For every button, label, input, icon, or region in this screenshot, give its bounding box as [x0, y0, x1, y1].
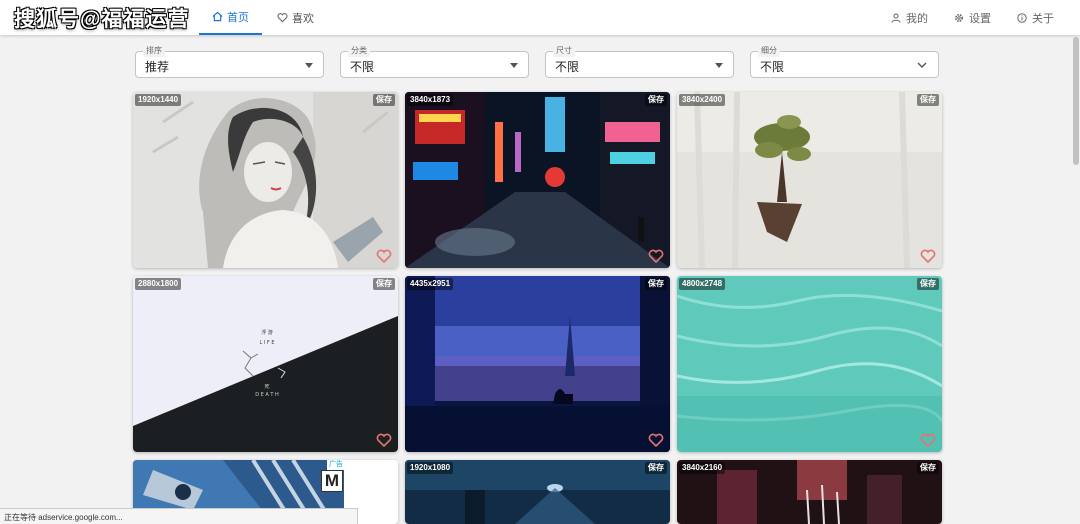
- subcategory-select-label: 细分: [758, 45, 780, 57]
- nav-mine-label: 我的: [906, 12, 928, 25]
- favorite-heart-icon[interactable]: [920, 249, 936, 263]
- wallpaper-card[interactable]: 4800x2748 保存: [677, 276, 942, 452]
- save-button[interactable]: 保存: [373, 278, 395, 290]
- favorite-heart-icon[interactable]: [376, 433, 392, 447]
- dropdown-arrow-icon: [715, 63, 723, 68]
- wallpaper-card[interactable]: 3840x2160 保存: [677, 460, 942, 524]
- nav-settings-label: 设置: [969, 12, 991, 25]
- resolution-badge: 4435x2951: [407, 278, 454, 290]
- sort-select-value: 推荐: [145, 60, 170, 74]
- wallpaper-image: [677, 92, 942, 268]
- category-select-value: 不限: [350, 60, 375, 74]
- art-text-death-cn: 死: [264, 384, 269, 390]
- wallpaper-image: 浮 游 L I F E 死 D E A T H: [133, 276, 398, 452]
- wallpaper-image: [677, 276, 942, 452]
- category-select-label: 分类: [348, 45, 370, 57]
- tab-home[interactable]: 首页: [199, 0, 262, 35]
- wallpaper-card[interactable]: 1920x1440 保存: [133, 92, 398, 268]
- save-button[interactable]: 保存: [917, 462, 939, 474]
- person-icon: [891, 12, 901, 23]
- size-select-value: 不限: [555, 60, 580, 74]
- subcategory-select-value: 不限: [760, 60, 785, 74]
- nav-settings[interactable]: 设置: [954, 0, 991, 35]
- save-button[interactable]: 保存: [645, 94, 667, 106]
- wallpaper-image: [405, 276, 670, 452]
- wallpaper-card[interactable]: 浮 游 L I F E 死 D E A T H 2880x1800 保存: [133, 276, 398, 452]
- resolution-badge: 1920x1080: [407, 462, 454, 474]
- save-button[interactable]: 保存: [645, 462, 667, 474]
- favorite-heart-icon[interactable]: [648, 249, 664, 263]
- wallpaper-image: [405, 92, 670, 268]
- save-button[interactable]: 保存: [645, 278, 667, 290]
- tab-favorites[interactable]: 喜欢: [268, 0, 323, 35]
- resolution-badge: 2880x1800: [135, 278, 182, 290]
- nav-about-label: 关于: [1032, 12, 1054, 25]
- subcategory-select[interactable]: 细分 不限: [750, 45, 939, 78]
- art-text-title: 浮 游: [261, 329, 273, 336]
- dropdown-arrow-icon: [510, 63, 518, 68]
- chevron-down-icon: [917, 62, 927, 68]
- sort-select-label: 排序: [143, 45, 165, 57]
- nav-about[interactable]: 关于: [1017, 0, 1054, 35]
- wallpaper-image: [133, 92, 398, 268]
- wallpaper-card[interactable]: 3840x2400 保存: [677, 92, 942, 268]
- watermark: 搜狐号@福福运营: [14, 8, 190, 31]
- ad-label: 广告: [327, 460, 345, 470]
- dropdown-arrow-icon: [305, 63, 313, 68]
- save-button[interactable]: 保存: [373, 94, 395, 106]
- size-select[interactable]: 尺寸 不限: [545, 45, 734, 78]
- wallpaper-card[interactable]: 4435x2951 保存: [405, 276, 670, 452]
- favorite-heart-icon[interactable]: [376, 249, 392, 263]
- gear-icon: [954, 13, 964, 22]
- resolution-badge: 3840x2160: [679, 462, 726, 474]
- heart-outline-icon: [277, 13, 288, 23]
- ad-logo: M: [321, 470, 343, 492]
- wallpaper-card[interactable]: 1920x1080 保存: [405, 460, 670, 524]
- browser-status-bar: 正在等待 adservice.google.com...: [0, 508, 358, 524]
- category-select[interactable]: 分类 不限: [340, 45, 529, 78]
- tab-favorites-label: 喜欢: [292, 12, 314, 25]
- art-text-life: L I F E: [259, 340, 274, 346]
- tab-home-label: 首页: [227, 11, 249, 24]
- sort-select[interactable]: 排序 推荐: [135, 45, 324, 78]
- info-icon: [1017, 12, 1027, 23]
- art-text-death: D E A T H: [255, 392, 279, 398]
- save-button[interactable]: 保存: [917, 278, 939, 290]
- resolution-badge: 1920x1440: [135, 94, 182, 106]
- home-icon: [212, 11, 223, 22]
- resolution-badge: 4800x2748: [679, 278, 726, 290]
- wallpaper-card[interactable]: 3840x1873 保存: [405, 92, 670, 268]
- favorite-heart-icon[interactable]: [648, 433, 664, 447]
- scrollbar-thumb[interactable]: [1073, 37, 1079, 165]
- resolution-badge: 3840x1873: [407, 94, 454, 106]
- resolution-badge: 3840x2400: [679, 94, 726, 106]
- size-select-label: 尺寸: [553, 45, 575, 57]
- favorite-heart-icon[interactable]: [920, 433, 936, 447]
- save-button[interactable]: 保存: [917, 94, 939, 106]
- nav-mine[interactable]: 我的: [891, 0, 928, 35]
